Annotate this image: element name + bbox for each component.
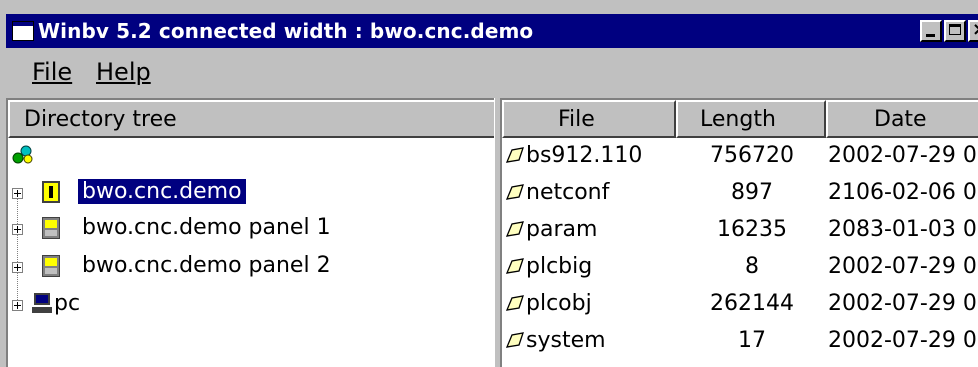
file-date: 2002-07-29 0	[828, 291, 977, 316]
file-name: bs912.110	[526, 143, 643, 168]
menu-file-label: File	[32, 58, 73, 86]
file-name: plcobj	[526, 291, 592, 316]
expand-icon[interactable]	[12, 188, 23, 199]
directory-tree-header[interactable]: Directory tree	[8, 100, 496, 138]
menu-bar: File Help	[6, 52, 978, 92]
file-row[interactable]: plcobj 262144 2002-07-29 0	[502, 288, 978, 322]
menu-help-label: Help	[96, 58, 151, 86]
tree-node-bwo-cnc-demo[interactable]: bwo.cnc.demo	[8, 176, 496, 210]
file-date: 2002-07-29 0	[828, 328, 977, 353]
column-header-file[interactable]: File	[502, 100, 676, 138]
file-icon	[506, 295, 524, 311]
file-length: 8	[745, 254, 759, 279]
file-icon	[506, 184, 524, 200]
window-title: Winbv 5.2 connected width : bwo.cnc.demo	[38, 19, 534, 43]
file-date: 2002-07-29 0	[828, 254, 977, 279]
app-window: Winbv 5.2 connected width : bwo.cnc.demo…	[0, 0, 978, 367]
close-button[interactable]: ×	[968, 19, 978, 42]
file-icon	[506, 258, 524, 274]
file-length: 17	[738, 328, 766, 353]
panel-icon	[42, 217, 60, 239]
tree-node-label: bwo.cnc.demo panel 2	[82, 253, 331, 278]
file-row[interactable]: bs912.110 756720 2002-07-29 0	[502, 140, 978, 174]
file-row[interactable]: system 17 2002-07-29 0	[502, 325, 978, 359]
file-icon	[506, 147, 524, 163]
column-header-date-label: Date	[874, 107, 927, 132]
tree-node-bwo-cnc-demo-panel-2[interactable]: bwo.cnc.demo panel 2	[8, 250, 496, 284]
menu-file[interactable]: File	[32, 58, 72, 86]
title-bar[interactable]: Winbv 5.2 connected width : bwo.cnc.demo…	[6, 14, 978, 48]
file-icon	[506, 332, 524, 348]
file-list-pane[interactable]: File Length Date bs912.110 756720 2002-07-…	[500, 98, 978, 367]
close-icon: ×	[972, 19, 978, 40]
file-length: 897	[731, 180, 773, 205]
app-window-icon[interactable]	[12, 21, 34, 41]
column-header-date[interactable]: Date	[826, 100, 978, 138]
tree-node-label: pc	[54, 291, 81, 316]
expand-icon[interactable]	[12, 300, 23, 311]
directory-tree-header-label: Directory tree	[24, 107, 177, 132]
maximize-button[interactable]	[944, 20, 966, 42]
file-name: system	[526, 328, 606, 353]
cnc-machine-icon	[42, 181, 60, 203]
file-date: 2083-01-03 0	[828, 217, 977, 242]
expand-icon[interactable]	[12, 262, 23, 273]
column-header-file-label: File	[558, 107, 595, 132]
expand-icon[interactable]	[12, 224, 23, 235]
file-length: 262144	[710, 291, 794, 316]
file-icon	[506, 221, 524, 237]
menu-help[interactable]: Help	[96, 58, 151, 86]
file-length: 16235	[717, 217, 787, 242]
tree-node-label: bwo.cnc.demo panel 1	[82, 215, 331, 240]
column-header-length[interactable]: Length	[676, 100, 826, 138]
panel-icon	[42, 255, 60, 277]
tree-node-label: bwo.cnc.demo	[78, 179, 246, 204]
file-length: 756720	[710, 143, 794, 168]
file-name: netconf	[526, 180, 610, 205]
network-root-icon[interactable]	[12, 144, 34, 166]
tree-node-bwo-cnc-demo-panel-1[interactable]: bwo.cnc.demo panel 1	[8, 212, 496, 246]
file-row[interactable]: plcbig 8 2002-07-29 0	[502, 251, 978, 285]
computer-icon	[32, 293, 54, 315]
minimize-button[interactable]	[920, 20, 942, 42]
column-header-length-label: Length	[700, 107, 776, 132]
directory-tree-pane[interactable]: Directory tree bwo.cnc.demo bwo.cnc.demo…	[6, 98, 500, 367]
file-row[interactable]: netconf 897 2106-02-06 0	[502, 177, 978, 211]
file-name: plcbig	[526, 254, 593, 279]
file-date: 2002-07-29 0	[828, 143, 977, 168]
file-row[interactable]: param 16235 2083-01-03 0	[502, 214, 978, 248]
file-date: 2106-02-06 0	[828, 180, 977, 205]
file-name: param	[526, 217, 598, 242]
tree-node-pc[interactable]: pc	[8, 288, 496, 322]
